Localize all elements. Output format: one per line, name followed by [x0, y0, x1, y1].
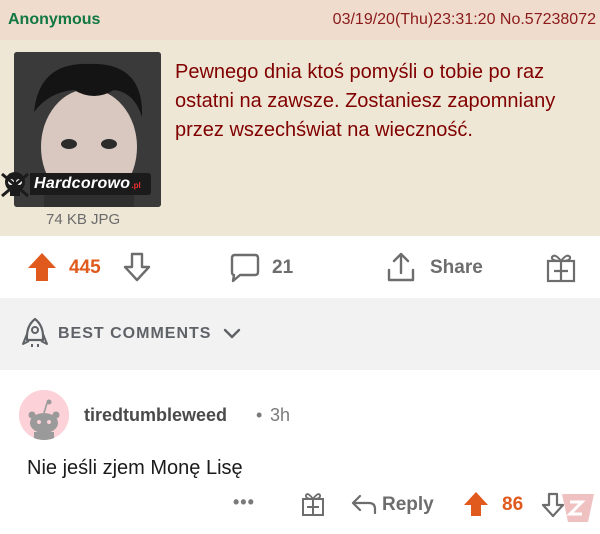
sort-label[interactable]: BEST COMMENTS: [58, 325, 211, 343]
watermark-suffix: .pl: [131, 181, 141, 190]
skull-icon: [1, 172, 29, 198]
comment-icon[interactable]: [228, 252, 262, 284]
comment-time: 3h: [270, 405, 291, 425]
post-header: Anonymous 03/19/20(Thu)23:31:20 No.57238…: [0, 0, 600, 40]
comment-sort-bar[interactable]: BEST COMMENTS: [0, 298, 600, 370]
comment-username[interactable]: tiredtumbleweed: [84, 405, 227, 426]
jebzdzidy-watermark-icon: [562, 494, 594, 522]
award-gift-icon[interactable]: [545, 250, 577, 284]
downvote-icon[interactable]: [122, 250, 152, 284]
reply-icon[interactable]: [350, 492, 378, 516]
post-text: Pewnego dnia ktoś pomyśli o tobie po raz…: [175, 61, 556, 141]
snoo-avatar-icon: [19, 390, 69, 440]
reply-button[interactable]: Reply: [382, 494, 434, 516]
rocket-icon: [22, 317, 48, 347]
upvote-icon[interactable]: [462, 489, 490, 519]
chevron-down-icon[interactable]: [222, 327, 242, 341]
watermark-box: Hardcorowo.pl: [30, 173, 151, 195]
upvote-icon[interactable]: [25, 250, 59, 284]
avatar[interactable]: [19, 390, 69, 440]
comment-body: Nie jeśli zjem Monę Lisę: [27, 457, 243, 479]
watermark-text: Hardcorowo: [34, 175, 131, 192]
award-gift-icon[interactable]: [300, 490, 326, 518]
file-info: 74 KB JPG: [46, 211, 121, 228]
poster-name: Anonymous: [8, 11, 101, 28]
upvote-count: 445: [69, 257, 101, 278]
post-meta: 03/19/20(Thu)23:31:20 No.57238072: [332, 11, 596, 28]
share-label[interactable]: Share: [430, 257, 483, 279]
share-icon[interactable]: [385, 250, 417, 284]
hardcorowo-watermark: Hardcorowo.pl: [0, 170, 190, 198]
more-options-button[interactable]: •••: [233, 492, 255, 513]
post-card: Anonymous 03/19/20(Thu)23:31:20 No.57238…: [0, 0, 600, 236]
comment-upvote-count: 86: [502, 494, 524, 515]
post-action-bar: 445 21 Share: [0, 236, 600, 298]
comment: tiredtumbleweed • 3h Nie jeśli zjem Monę…: [0, 370, 600, 534]
meta-separator: •: [256, 405, 263, 425]
comment-count: 21: [272, 257, 294, 278]
